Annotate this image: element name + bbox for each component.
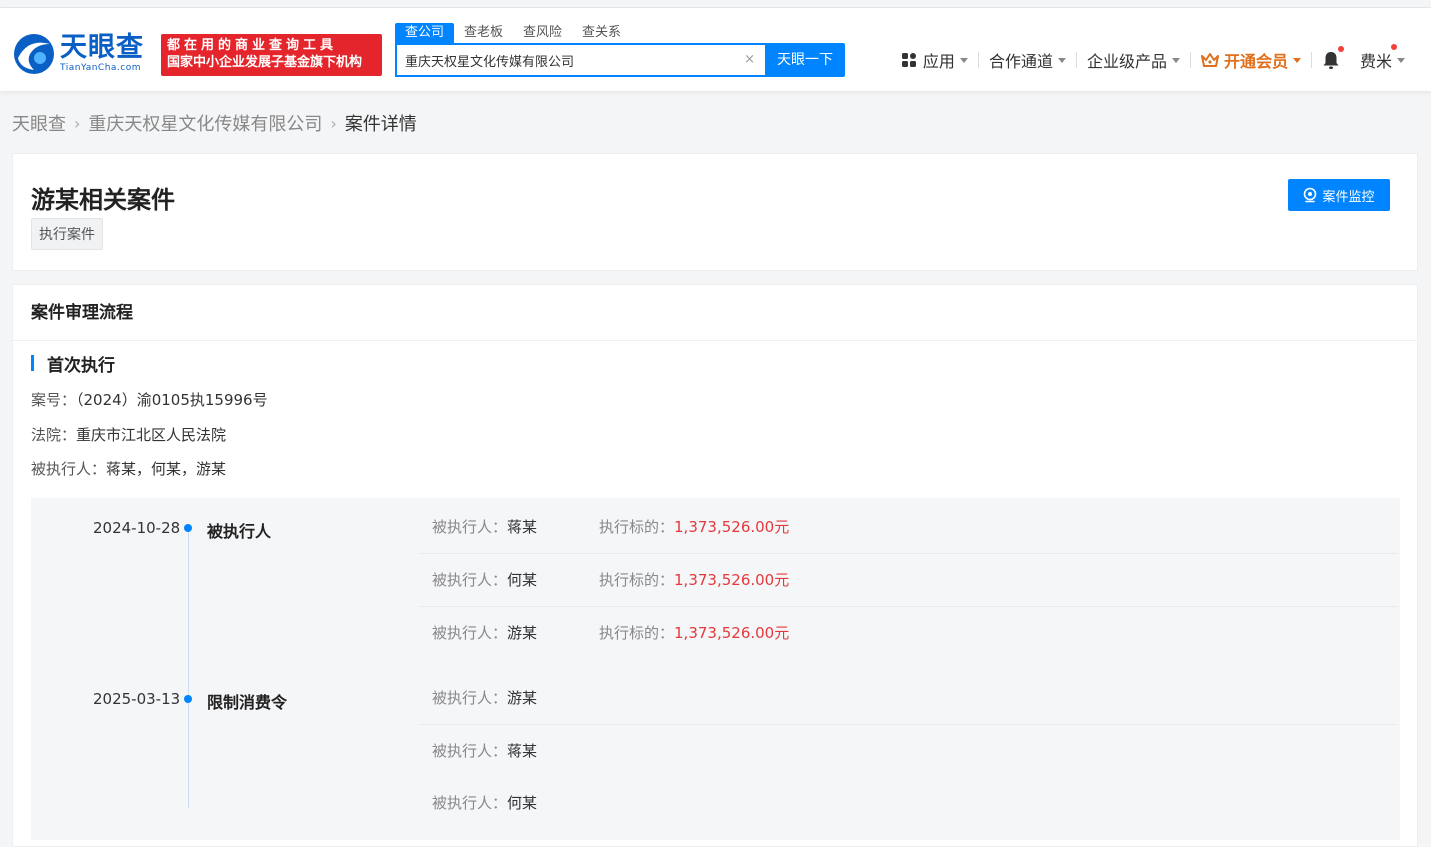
event-row: 被执行人：何某 执行标的：1,373,526.00元 (419, 554, 1398, 607)
defendants-line: 被执行人：蒋某，何某，游某 (31, 458, 226, 479)
row-value[interactable]: 游某 (507, 689, 537, 707)
row-value[interactable]: 蒋某 (507, 742, 537, 760)
timeline: 2024-10-28 被执行人 被执行人：蒋某 执行标的：1,373,526.0… (31, 498, 1400, 840)
event-date: 2025-03-13 (93, 690, 181, 708)
user-name: 费米 (1359, 52, 1392, 71)
nav-enterprise-label: 企业级产品 (1086, 52, 1167, 71)
tab-relation[interactable]: 查关系 (572, 23, 631, 43)
amount-label: 执行标的： (599, 518, 675, 536)
event-row: 被执行人：蒋某 (419, 725, 1398, 778)
clear-icon[interactable]: × (744, 52, 755, 67)
nav-enterprise[interactable]: 企业级产品 (1077, 48, 1190, 72)
logo[interactable]: 天眼查 TianYanCha.com (12, 32, 144, 76)
stage-title: 首次执行 (31, 351, 115, 376)
defendants-value: 蒋某，何某，游某 (106, 460, 227, 478)
row-value[interactable]: 蒋某 (507, 518, 537, 536)
breadcrumb-company[interactable]: 重庆天权星文化传媒有限公司 (88, 110, 322, 136)
chevron-right-icon: › (74, 113, 81, 133)
monitor-eye-icon (1304, 187, 1317, 203)
breadcrumb-current: 案件详情 (344, 114, 417, 135)
row-value[interactable]: 何某 (507, 571, 537, 589)
tab-company[interactable]: 查公司 (395, 23, 455, 43)
nav-partner[interactable]: 合作通道 (979, 48, 1076, 72)
apps-grid-icon (901, 53, 916, 67)
header: 天眼查 TianYanCha.com 都在用的商业查询工具 国家中小企业发展子基… (0, 8, 1431, 91)
nav-vip[interactable]: 开通会员 (1191, 48, 1311, 72)
search-button[interactable]: 天眼一下 (765, 43, 845, 77)
case-number-line: 案号：（2024）渝0105执15996号 (31, 389, 268, 410)
case-monitor-button[interactable]: 案件监控 (1288, 179, 1390, 211)
search-tabs: 查公司 查老板 查风险 查关系 (395, 23, 631, 43)
timeline-line (188, 528, 189, 808)
amount-label: 执行标的： (599, 571, 675, 589)
nav-vip-label: 开通会员 (1223, 52, 1288, 71)
top-strip (0, 0, 1431, 8)
tianyancha-logo-icon (14, 34, 54, 74)
event-row: 被执行人：蒋某 执行标的：1,373,526.00元 (419, 501, 1398, 554)
chevron-down-icon (1171, 57, 1180, 63)
slogan-line-2: 国家中小企业发展子基金旗下机构 (167, 55, 363, 70)
slogan-line-1: 都在用的商业查询工具 (167, 38, 338, 53)
event-row: 被执行人：游某 执行标的：1,373,526.00元 (419, 607, 1398, 660)
court-label: 法院： (31, 426, 77, 444)
chevron-down-icon (959, 57, 968, 63)
amount-value: 1,373,526.00元 (674, 518, 790, 536)
court-line: 法院：重庆市江北区人民法院 (31, 424, 226, 445)
top-nav: 应用 合作通道 企业级产品 开通会员 费米 (891, 44, 1415, 72)
amount-label: 执行标的： (599, 624, 675, 642)
court-value: 重庆市江北区人民法院 (76, 426, 227, 444)
defendants-label: 被执行人： (31, 460, 107, 478)
tab-boss[interactable]: 查老板 (454, 23, 513, 43)
case-number-label: 案号： (31, 391, 77, 409)
breadcrumb-home[interactable]: 天眼查 (12, 110, 66, 136)
nav-apps[interactable]: 应用 (891, 48, 978, 72)
event-row: 被执行人：游某 (419, 672, 1398, 725)
row-label: 被执行人： (432, 518, 508, 536)
row-value[interactable]: 何某 (507, 794, 537, 812)
page-title: 游某相关案件 (31, 186, 175, 214)
nav-partner-label: 合作通道 (988, 52, 1053, 71)
case-type-tag: 执行案件 (31, 218, 103, 250)
timeline-dot (184, 695, 192, 703)
timeline-dot (184, 524, 192, 532)
chevron-down-icon (1292, 57, 1301, 63)
logo-text: 天眼查 (60, 32, 144, 63)
amount-value: 1,373,526.00元 (674, 571, 790, 589)
nav-apps-label: 应用 (922, 52, 955, 71)
row-label: 被执行人： (432, 571, 508, 589)
crown-icon (1200, 53, 1219, 67)
row-label: 被执行人： (432, 794, 508, 812)
case-number-value: （2024）渝0105执15996号 (76, 391, 268, 409)
chevron-right-icon: › (330, 113, 337, 133)
slogan-banner: 都在用的商业查询工具 国家中小企业发展子基金旗下机构 (161, 34, 382, 76)
row-value[interactable]: 游某 (507, 624, 537, 642)
event-row: 被执行人：何某 (419, 777, 1398, 830)
chevron-down-icon (1057, 57, 1066, 63)
case-process-card: 案件审理流程 首次执行 案号：（2024）渝0105执15996号 法院：重庆市… (12, 284, 1418, 847)
event-date: 2024-10-28 (93, 519, 181, 537)
amount-value: 1,373,526.00元 (674, 624, 790, 642)
section-title: 案件审理流程 (13, 285, 1417, 341)
tab-risk[interactable]: 查风险 (513, 23, 572, 43)
search-input[interactable] (397, 45, 727, 75)
search-box: × (395, 43, 765, 77)
notification-dot (1337, 46, 1344, 52)
nav-user[interactable]: 费米 (1350, 44, 1415, 72)
case-monitor-label: 案件监控 (1322, 189, 1375, 205)
row-label: 被执行人： (432, 624, 508, 642)
logo-domain: TianYanCha.com (60, 63, 142, 73)
event-name: 限制消费令 (207, 693, 288, 712)
row-label: 被执行人： (432, 742, 508, 760)
event-name: 被执行人 (207, 522, 272, 541)
user-dot (1391, 44, 1397, 50)
chevron-down-icon (1397, 57, 1405, 63)
case-header-card: 游某相关案件 执行案件 案件监控 (12, 153, 1418, 271)
row-label: 被执行人： (432, 689, 508, 707)
nav-notifications[interactable] (1312, 46, 1350, 70)
bell-icon (1323, 52, 1339, 69)
breadcrumb: 天眼查 › 重庆天权星文化传媒有限公司 › 案件详情 (12, 110, 417, 136)
